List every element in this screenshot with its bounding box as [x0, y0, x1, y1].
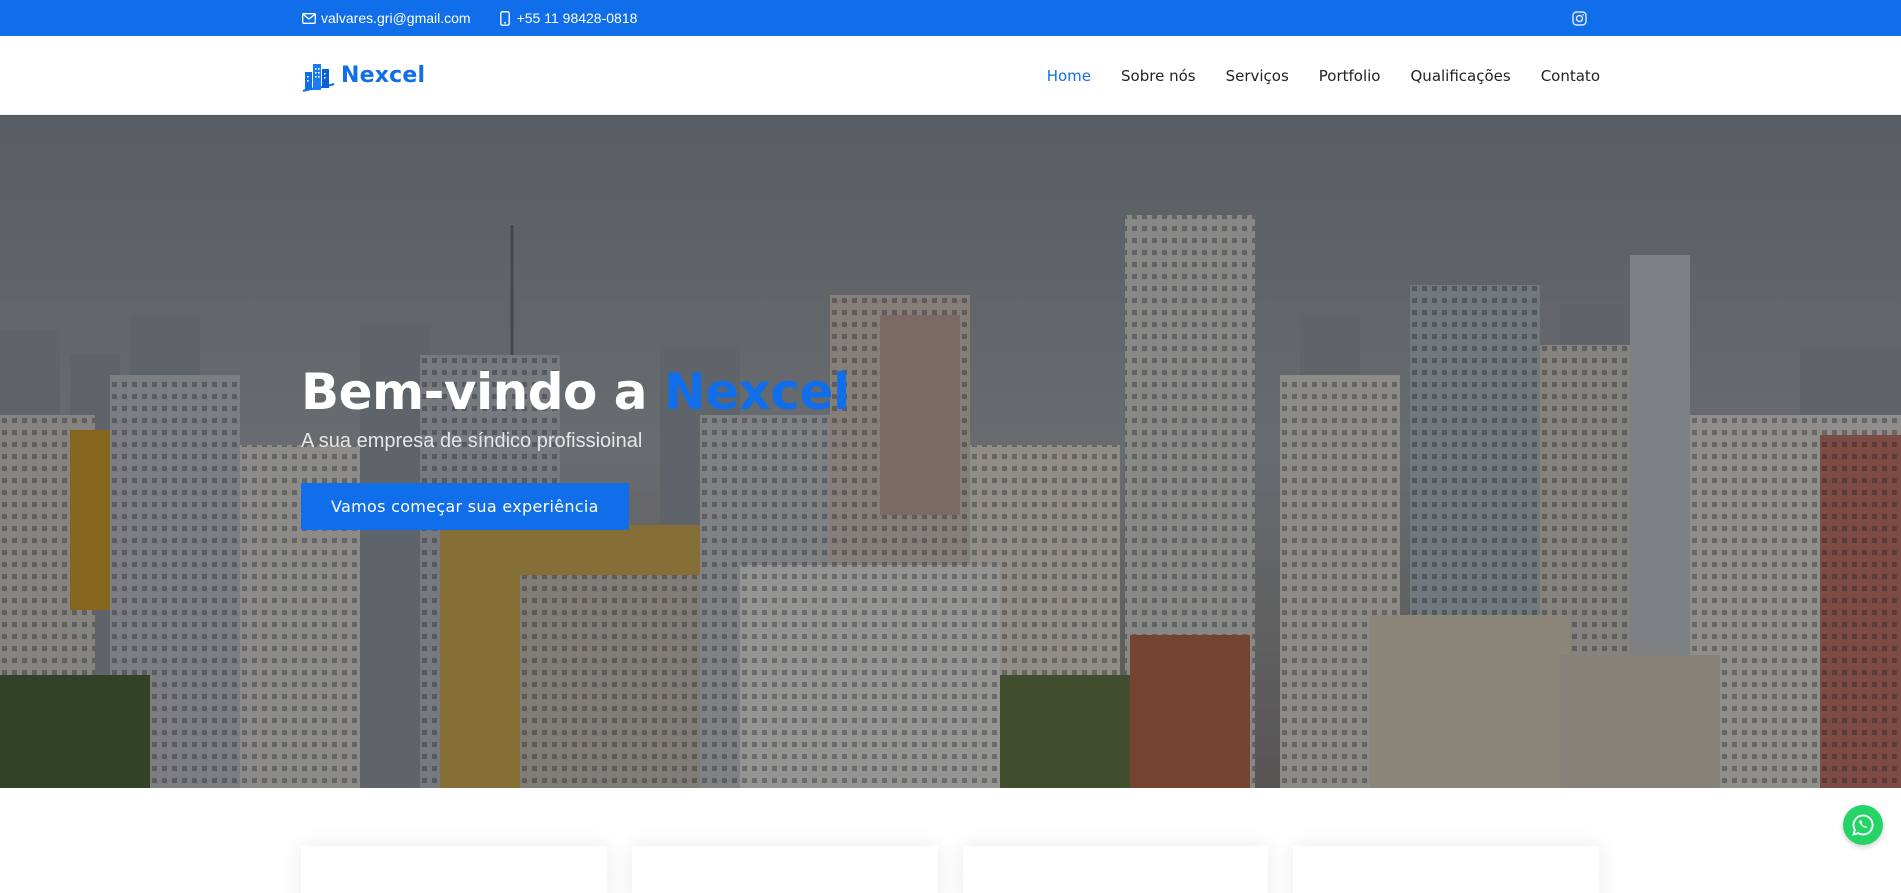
buildings-icon: [301, 58, 335, 94]
hero-overlay: [0, 115, 1901, 788]
instagram-icon[interactable]: [1572, 10, 1587, 26]
hero-subtitle: A sua empresa de síndico profissioinal: [301, 430, 643, 452]
hero-content: Bem-vindo a Nexcel A sua empresa de sínd…: [301, 360, 850, 530]
get-started-button[interactable]: Vamos começar sua experiência: [301, 483, 629, 530]
nav-contato[interactable]: Contato: [1541, 67, 1600, 85]
logo[interactable]: Nexcel: [301, 58, 425, 94]
site-header: Nexcel Home Sobre nós Serviços Portfolio…: [0, 36, 1901, 115]
nav-qualificacoes[interactable]: Qualificações: [1411, 67, 1511, 85]
email-contact[interactable]: valvares.gri@gmail.com: [301, 10, 471, 26]
social-links: [1572, 10, 1600, 26]
feature-card: [962, 846, 1269, 893]
logo-text[interactable]: Nexcel: [341, 63, 425, 88]
nav-home[interactable]: Home: [1047, 67, 1091, 85]
hero-title: Bem-vindo a Nexcel: [301, 360, 850, 424]
feature-cards: [301, 846, 1599, 893]
feature-card: [631, 846, 938, 893]
feature-card: [1293, 846, 1599, 893]
nav-servicos[interactable]: Serviços: [1226, 67, 1289, 85]
nav-portfolio[interactable]: Portfolio: [1319, 67, 1381, 85]
phone-text[interactable]: +55 11 98428-0818: [517, 10, 638, 26]
hero-title-prefix: Bem-vindo a: [301, 363, 664, 421]
hero-title-brand: Nexcel: [663, 363, 850, 421]
topbar: valvares.gri@gmail.com +55 11 98428-0818: [0, 0, 1901, 36]
hero-section: Bem-vindo a Nexcel A sua empresa de sínd…: [0, 115, 1901, 788]
whatsapp-icon: [1851, 813, 1875, 837]
whatsapp-button[interactable]: [1843, 805, 1883, 845]
phone-icon: [497, 10, 513, 26]
nav-sobre-nos[interactable]: Sobre nós: [1121, 67, 1196, 85]
email-text[interactable]: valvares.gri@gmail.com: [321, 10, 471, 26]
feature-card: [301, 846, 607, 893]
main-nav: Home Sobre nós Serviços Portfolio Qualif…: [1017, 67, 1600, 85]
envelope-icon: [301, 10, 317, 26]
phone-contact[interactable]: +55 11 98428-0818: [497, 10, 638, 26]
